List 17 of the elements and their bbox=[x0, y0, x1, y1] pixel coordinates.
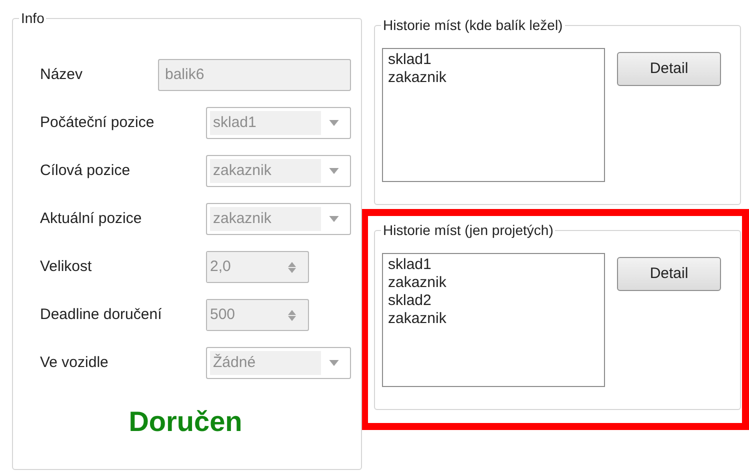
field-label: Cílová pozice bbox=[40, 160, 132, 181]
status-text: Doručen bbox=[128, 405, 244, 439]
list-item[interactable]: sklad1 bbox=[388, 256, 599, 274]
detail-button[interactable]: Detail bbox=[617, 52, 721, 86]
field-label: Velikost bbox=[40, 256, 93, 277]
field-label: Aktuální pozice bbox=[40, 208, 143, 229]
list-item[interactable]: zakaznik bbox=[388, 274, 599, 292]
detail-button[interactable]: Detail bbox=[617, 257, 721, 291]
history-list[interactable]: sklad1 zakaznik sklad2 zakaznik bbox=[382, 253, 605, 387]
field-label: Deadline doručení bbox=[40, 304, 163, 325]
list-item[interactable]: zakaznik bbox=[388, 310, 599, 328]
history-list[interactable]: sklad1 zakaznik bbox=[382, 48, 605, 182]
field-label: Počáteční pozice bbox=[40, 112, 156, 133]
list-item[interactable]: sklad1 bbox=[388, 51, 599, 69]
list-item[interactable]: sklad2 bbox=[388, 292, 599, 310]
field-label: Ve vozidle bbox=[40, 352, 110, 373]
list-item[interactable]: zakaznik bbox=[388, 69, 599, 87]
